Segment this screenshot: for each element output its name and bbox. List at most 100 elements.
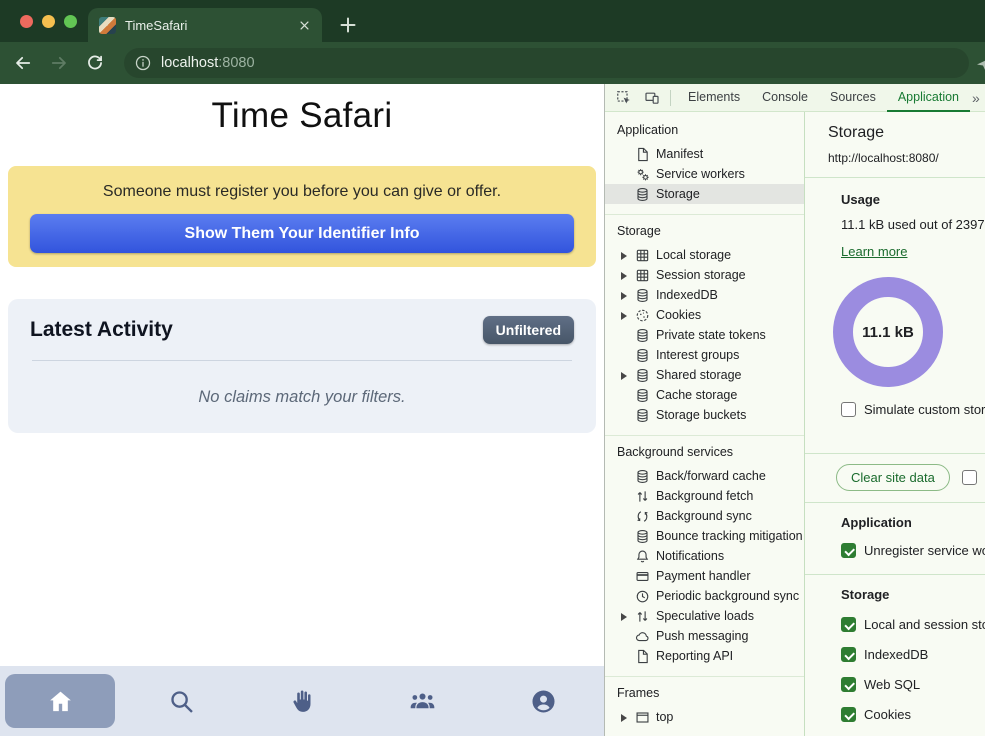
tree-item-push-messaging[interactable]: Push messaging: [605, 626, 804, 646]
tree-item-label: Periodic background sync: [656, 589, 799, 603]
db-icon: [635, 529, 650, 544]
tree-item-payment-handler[interactable]: Payment handler: [605, 566, 804, 586]
checkbox-local-and-session-storage[interactable]: [841, 617, 856, 632]
site-info-icon[interactable]: [134, 54, 152, 72]
tree-item-cache-storage[interactable]: Cache storage: [605, 385, 804, 405]
checkbox-indexeddb[interactable]: [841, 647, 856, 662]
url-host: localhost: [161, 55, 218, 71]
tree-item-label: Back/forward cache: [656, 469, 766, 483]
latest-activity-heading: Latest Activity: [30, 318, 173, 342]
sync-icon: [635, 509, 650, 524]
reload-icon[interactable]: [82, 50, 108, 76]
tree-item-indexeddb[interactable]: IndexedDB: [605, 285, 804, 305]
tree-item-label: Background sync: [656, 509, 752, 523]
devtools-tab-console[interactable]: Console: [751, 84, 819, 112]
tree-item-background-fetch[interactable]: Background fetch: [605, 486, 804, 506]
tree-item-storage-buckets[interactable]: Storage buckets: [605, 405, 804, 425]
frame-icon: [635, 710, 650, 725]
home-icon: [47, 688, 74, 715]
more-tabs-icon[interactable]: »: [972, 90, 980, 106]
expander-icon[interactable]: [620, 311, 629, 320]
browser-tab[interactable]: TimeSafari: [88, 8, 322, 42]
close-window-button[interactable]: [20, 15, 33, 28]
tree-item-session-storage[interactable]: Session storage: [605, 265, 804, 285]
nav-item-profile[interactable]: [483, 666, 604, 736]
table-icon: [635, 268, 650, 283]
application-group-heading: Application: [841, 515, 985, 530]
nav-item-people[interactable]: [362, 666, 483, 736]
tab-strip: TimeSafari: [0, 0, 985, 42]
expander-icon[interactable]: [620, 291, 629, 300]
devtools-tab-sources[interactable]: Sources: [819, 84, 887, 112]
learn-more-link[interactable]: Learn more: [841, 244, 907, 259]
expander-spacer: [620, 592, 629, 601]
tree-item-periodic-background-sync[interactable]: Periodic background sync: [605, 586, 804, 606]
device-toolbar-icon[interactable]: [640, 87, 664, 109]
clear-site-data-button[interactable]: Clear site data: [836, 464, 950, 491]
checkbox-web-sql[interactable]: [841, 677, 856, 692]
tree-item-label: Push messaging: [656, 629, 748, 643]
tree-item-label: Service workers: [656, 167, 745, 181]
tree-item-cookies[interactable]: Cookies: [605, 305, 804, 325]
new-tab-button[interactable]: [336, 13, 360, 37]
tree-item-label: Payment handler: [656, 569, 751, 583]
tree-item-reporting-api[interactable]: Reporting API: [605, 646, 804, 666]
expander-icon[interactable]: [620, 612, 629, 621]
tree-item-interest-groups[interactable]: Interest groups: [605, 345, 804, 365]
db-icon: [635, 368, 650, 383]
expander-icon[interactable]: [620, 271, 629, 280]
devtools-tab-application[interactable]: Application: [887, 84, 970, 112]
tree-item-top[interactable]: top: [605, 707, 804, 727]
tab-close-icon[interactable]: [297, 18, 312, 33]
nav-item-hand[interactable]: [242, 666, 363, 736]
checkbox-label: Cookies: [864, 707, 911, 722]
nav-item-home[interactable]: [0, 666, 121, 736]
inspect-element-icon[interactable]: [612, 87, 636, 109]
tree-item-speculative-loads[interactable]: Speculative loads: [605, 606, 804, 626]
nav-item-search[interactable]: [121, 666, 242, 736]
tree-item-shared-storage[interactable]: Shared storage: [605, 365, 804, 385]
tree-item-background-sync[interactable]: Background sync: [605, 506, 804, 526]
show-identifier-button[interactable]: Show Them Your Identifier Info: [30, 214, 574, 253]
expander-spacer: [620, 652, 629, 661]
expander-icon[interactable]: [620, 371, 629, 380]
checkbox-row-web-sql: Web SQL: [841, 677, 985, 692]
tree-item-bounce-tracking-mitigation[interactable]: Bounce tracking mitigation: [605, 526, 804, 546]
tree-item-service-workers[interactable]: Service workers: [605, 164, 804, 184]
checkbox-row-local-and-session-storage: Local and session storage: [841, 617, 985, 632]
devtools-body: Application Manifest Service workers Storag…: [605, 112, 985, 736]
tab-title: TimeSafari: [125, 18, 288, 33]
tree-item-notifications[interactable]: Notifications: [605, 546, 804, 566]
tree-item-storage[interactable]: Storage: [605, 184, 804, 204]
expander-spacer: [620, 472, 629, 481]
browser-window: TimeSafari localhost:8080 Time Safari So…: [0, 0, 985, 736]
checkbox-label: IndexedDB: [864, 647, 928, 662]
checkbox-cookies[interactable]: [841, 707, 856, 722]
updown-icon: [635, 489, 650, 504]
zoom-window-button[interactable]: [64, 15, 77, 28]
expander-icon[interactable]: [620, 713, 629, 722]
minimize-window-button[interactable]: [42, 15, 55, 28]
devtools-tabbar: ElementsConsoleSourcesApplication »: [605, 84, 985, 112]
simulate-quota-checkbox[interactable]: [841, 402, 856, 417]
including-checkbox[interactable]: [962, 470, 977, 485]
including-row: in: [962, 470, 985, 485]
tree-item-local-storage[interactable]: Local storage: [605, 245, 804, 265]
filter-button[interactable]: Unfiltered: [483, 316, 574, 344]
toolbar-separator: [670, 90, 671, 106]
url-bar[interactable]: localhost:8080: [124, 48, 969, 78]
tree-item-back-forward-cache[interactable]: Back/forward cache: [605, 466, 804, 486]
storage-group-heading: Storage: [841, 587, 985, 602]
back-icon[interactable]: [10, 50, 36, 76]
tree-item-private-state-tokens[interactable]: Private state tokens: [605, 325, 804, 345]
site-favicon: [99, 17, 116, 34]
db-icon: [635, 408, 650, 423]
tree-item-manifest[interactable]: Manifest: [605, 144, 804, 164]
checkbox-unregister-service-workers[interactable]: [841, 543, 856, 558]
forward-icon[interactable]: [46, 50, 72, 76]
db-icon: [635, 187, 650, 202]
devtools-tab-elements[interactable]: Elements: [677, 84, 751, 112]
doc-icon: [635, 147, 650, 162]
expander-icon[interactable]: [620, 251, 629, 260]
checkbox-label: Local and session storage: [864, 617, 985, 632]
